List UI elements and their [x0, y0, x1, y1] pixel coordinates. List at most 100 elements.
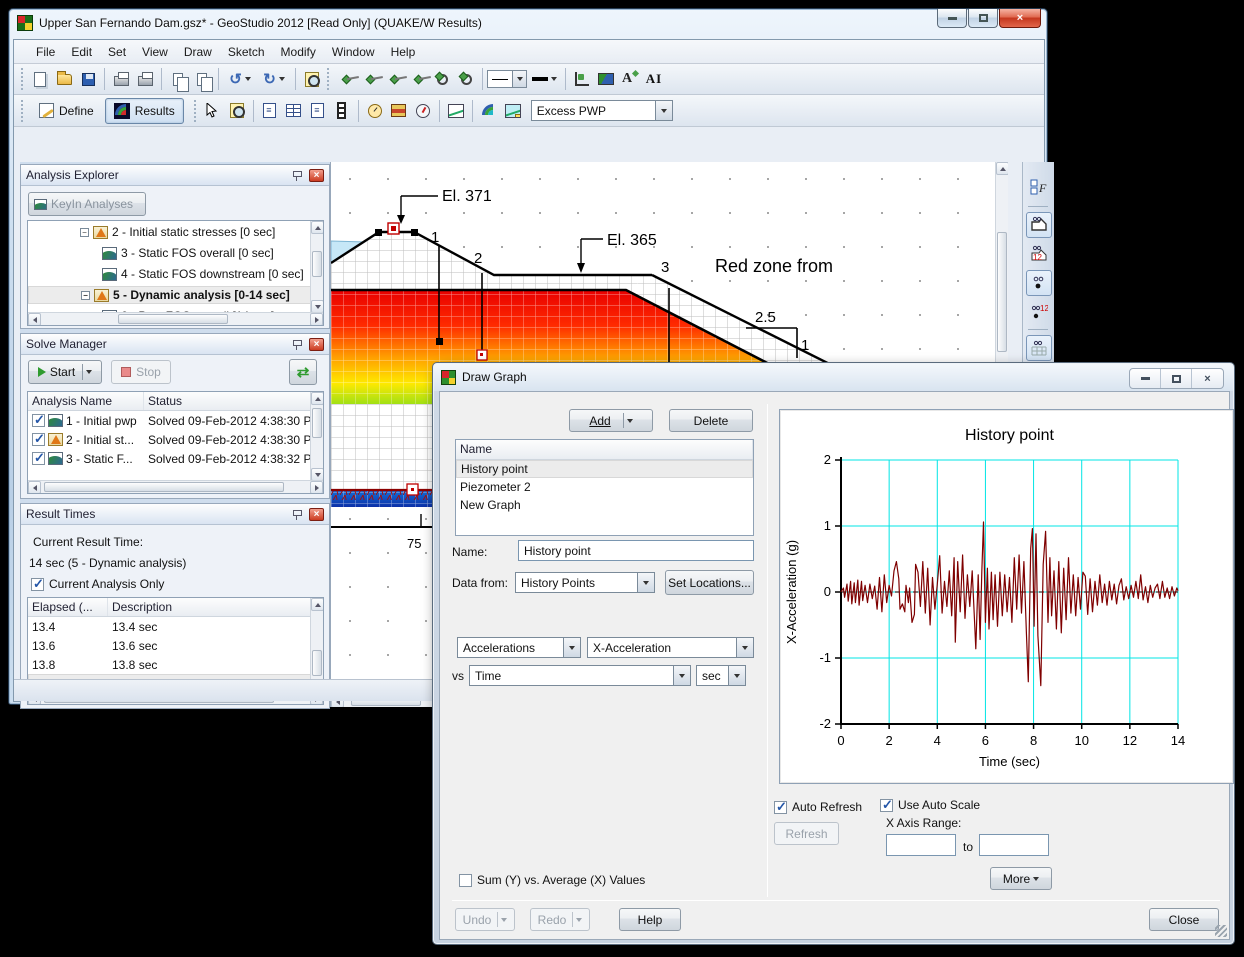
line-weight-button[interactable]: [527, 67, 561, 91]
set-locations-button[interactable]: Set Locations...: [665, 570, 754, 595]
draw-contours-button[interactable]: [477, 99, 501, 123]
draw-graph-button[interactable]: [444, 99, 468, 123]
minimize-button[interactable]: [937, 9, 967, 28]
history-point-marker-crest[interactable]: [388, 223, 399, 234]
animation-button[interactable]: [330, 99, 354, 123]
delete-graph-button[interactable]: Delete: [669, 409, 753, 432]
tree-vertical-scrollbar[interactable]: [310, 221, 323, 313]
column-status[interactable]: Status: [144, 392, 323, 410]
solve-horizontal-scrollbar[interactable]: [28, 480, 323, 493]
y-item-dropdown[interactable]: [736, 638, 753, 657]
keyin-analyses-button[interactable]: KeyIn Analyses: [28, 192, 146, 216]
x-unit-dropdown[interactable]: [728, 666, 745, 685]
scroll-thumb[interactable]: [997, 232, 1007, 352]
graph-list-header[interactable]: Name: [456, 440, 753, 460]
pin-icon[interactable]: [292, 339, 303, 350]
x-item-combo[interactable]: Time: [469, 665, 691, 686]
solve-row[interactable]: 2 - Initial st... Solved 09-Feb-2012 4:3…: [28, 430, 323, 449]
column-elapsed[interactable]: Elapsed (...: [28, 598, 108, 616]
menu-set[interactable]: Set: [100, 42, 134, 62]
graph-name-input[interactable]: [518, 540, 754, 561]
graph-list-item-selected[interactable]: History point: [456, 460, 753, 478]
column-analysis-name[interactable]: Analysis Name: [28, 392, 144, 410]
time-row[interactable]: 13.8 13.8 sec: [28, 655, 323, 674]
solve-checkbox[interactable]: [32, 414, 45, 427]
contour-method-combo[interactable]: Excess PWP: [531, 100, 673, 121]
view-function-button[interactable]: F: [1026, 174, 1052, 200]
close-dialog-button[interactable]: Close: [1149, 908, 1219, 931]
tree-item-selected[interactable]: − 5 - Dynamic analysis [0-14 sec]: [28, 286, 323, 304]
collapse-icon[interactable]: −: [81, 291, 90, 300]
zoom-objects-button[interactable]: [300, 67, 324, 91]
solve-checkbox[interactable]: [32, 452, 45, 465]
x-range-min-input[interactable]: [886, 834, 956, 856]
y-item-combo[interactable]: X-Acceleration: [587, 637, 754, 658]
auto-refresh-checkbox[interactable]: Auto Refresh: [774, 800, 862, 814]
history-point-marker-mid[interactable]: [477, 350, 487, 360]
scroll-left-arrow[interactable]: [28, 481, 41, 494]
print-button[interactable]: [109, 67, 133, 91]
tree-horizontal-scrollbar[interactable]: [28, 312, 323, 325]
result-times-table-header[interactable]: Elapsed (... Description: [28, 598, 323, 617]
sketch-text-button[interactable]: AI: [642, 67, 666, 91]
start-button[interactable]: Start: [28, 360, 102, 384]
solve-manager-header[interactable]: Solve Manager ×: [21, 334, 329, 355]
y-parameter-dropdown[interactable]: [563, 638, 580, 657]
scroll-thumb[interactable]: [118, 314, 228, 324]
scroll-up-arrow[interactable]: [311, 221, 324, 234]
analysis-explorer-header[interactable]: Analysis Explorer ×: [21, 165, 329, 186]
pin-icon[interactable]: [292, 509, 303, 520]
solve-vertical-scrollbar[interactable]: [310, 392, 323, 481]
draw-regions-button[interactable]: [382, 67, 406, 91]
new-button[interactable]: [28, 67, 52, 91]
more-button[interactable]: More: [990, 867, 1052, 890]
collapse-icon[interactable]: −: [80, 228, 89, 237]
scroll-up-arrow[interactable]: [311, 392, 324, 405]
sketch-axes-button[interactable]: [570, 67, 594, 91]
materials-button[interactable]: [387, 99, 411, 123]
redo-button[interactable]: ↻: [257, 67, 291, 91]
dialog-titlebar[interactable]: Draw Graph: [433, 363, 1234, 391]
column-name[interactable]: Name: [456, 440, 753, 459]
solve-table-header[interactable]: Analysis Name Status: [28, 392, 323, 411]
boundary-conditions-button[interactable]: [411, 99, 435, 123]
scroll-up-arrow[interactable]: [996, 162, 1008, 175]
page-layout-button[interactable]: [282, 99, 306, 123]
toolbar-grip[interactable]: [21, 100, 25, 122]
menu-edit[interactable]: Edit: [63, 42, 100, 62]
contour-labels-button[interactable]: [501, 99, 525, 123]
view-points-button[interactable]: [1026, 270, 1052, 296]
panel-close-button[interactable]: ×: [309, 169, 324, 182]
scroll-up-arrow[interactable]: [311, 598, 324, 611]
line-style-dropdown[interactable]: [512, 71, 526, 87]
redo-button-dialog[interactable]: Redo: [530, 908, 590, 931]
graph-list-item[interactable]: New Graph: [456, 496, 753, 514]
refresh-analyses-button[interactable]: ⇄: [289, 359, 317, 385]
y-parameter-combo[interactable]: Accelerations: [457, 637, 581, 658]
panel-close-button[interactable]: ×: [309, 508, 324, 521]
refresh-button[interactable]: Refresh: [774, 822, 839, 845]
scroll-thumb[interactable]: [312, 408, 322, 438]
copy-button[interactable]: [166, 67, 190, 91]
draw-circle-button[interactable]: [430, 67, 454, 91]
main-titlebar[interactable]: Upper San Fernando Dam.gsz* - GeoStudio …: [9, 9, 1047, 37]
column-description[interactable]: Description: [108, 598, 323, 616]
sketch-font-button[interactable]: A: [618, 67, 642, 91]
menu-modify[interactable]: Modify: [273, 42, 324, 62]
dialog-minimize-button[interactable]: [1130, 369, 1161, 388]
save-button[interactable]: [76, 67, 100, 91]
data-from-dropdown[interactable]: [637, 573, 654, 592]
report-button[interactable]: [258, 99, 282, 123]
toolbar-grip[interactable]: [21, 68, 25, 90]
tree-item[interactable]: − 2 - Initial static stresses [0 sec]: [28, 223, 323, 241]
scroll-thumb[interactable]: [312, 251, 322, 277]
add-graph-button[interactable]: Add: [569, 409, 653, 432]
dialog-maximize-button[interactable]: [1161, 369, 1192, 388]
solve-checkbox[interactable]: [32, 433, 45, 446]
close-button[interactable]: ×: [999, 9, 1041, 28]
panel-close-button[interactable]: ×: [309, 338, 324, 351]
x-item-dropdown[interactable]: [673, 666, 690, 685]
time-steps-button[interactable]: [363, 99, 387, 123]
draw-points-button[interactable]: [334, 67, 358, 91]
current-analysis-only-checkbox[interactable]: Current Analysis Only: [31, 577, 164, 591]
